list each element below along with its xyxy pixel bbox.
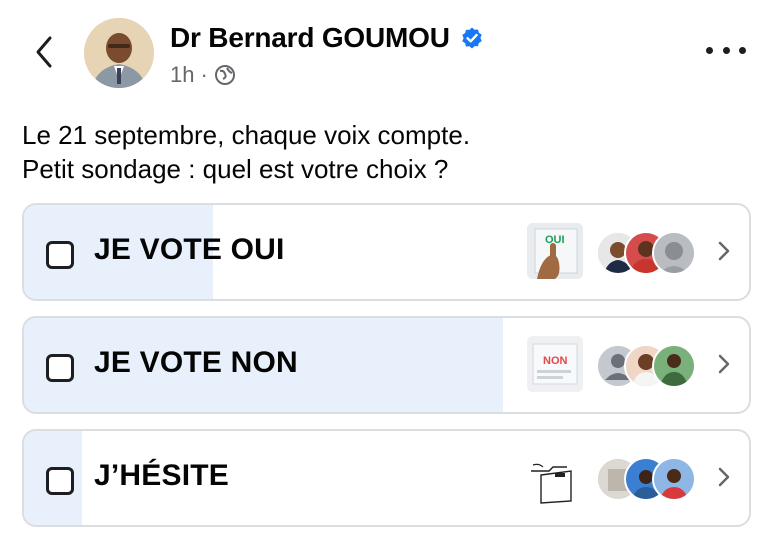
public-globe-icon: [214, 65, 235, 85]
back-chevron-icon: [36, 36, 52, 68]
author-name[interactable]: Dr Bernard GOUMOU: [170, 22, 450, 54]
chevron-right-icon: [718, 354, 730, 374]
poll-checkbox[interactable]: [46, 354, 74, 382]
voter-avatars[interactable]: [596, 457, 716, 501]
back-button[interactable]: [24, 30, 64, 74]
poll-option-non[interactable]: JE VOTE NON NON: [22, 316, 751, 414]
thumbnail-text: NON: [543, 355, 568, 367]
chevron-right-icon: [718, 241, 730, 261]
poll-option-thumbnail: OUI: [527, 223, 583, 279]
poll-option-thumbnail: [527, 449, 583, 505]
poll-option-hesite[interactable]: J’HÉSITE: [22, 429, 751, 527]
post-text-line-2: Petit sondage : quel est votre choix ?: [22, 154, 449, 184]
poll-option-thumbnail: NON: [527, 336, 583, 392]
post-text-line-1: Le 21 septembre, chaque voix compte.: [22, 120, 471, 150]
voter-avatar: [652, 457, 696, 501]
poll-option-label: J’HÉSITE: [94, 459, 229, 492]
voter-avatar: [652, 344, 696, 388]
post-header: Dr Bernard GOUMOU 1h ·: [0, 0, 770, 110]
poll-checkbox[interactable]: [46, 241, 74, 269]
author-avatar[interactable]: [84, 18, 154, 88]
verified-badge-icon: [462, 27, 482, 49]
chevron-right-icon: [718, 467, 730, 487]
more-options-icon[interactable]: [706, 38, 746, 62]
poll-option-label: JE VOTE NON: [94, 346, 298, 379]
post-time[interactable]: 1h: [170, 62, 194, 88]
meta-separator: ·: [200, 62, 208, 87]
poll-option-oui[interactable]: JE VOTE OUI OUI: [22, 203, 751, 301]
voter-avatars[interactable]: [596, 344, 716, 388]
voter-avatars[interactable]: [596, 231, 716, 275]
author-avatar-image: [84, 18, 154, 88]
post-text: Le 21 septembre, chaque voix compte. Pet…: [22, 118, 742, 186]
poll-checkbox[interactable]: [46, 467, 74, 495]
poll-option-label: JE VOTE OUI: [94, 233, 285, 266]
voter-avatar: [652, 231, 696, 275]
